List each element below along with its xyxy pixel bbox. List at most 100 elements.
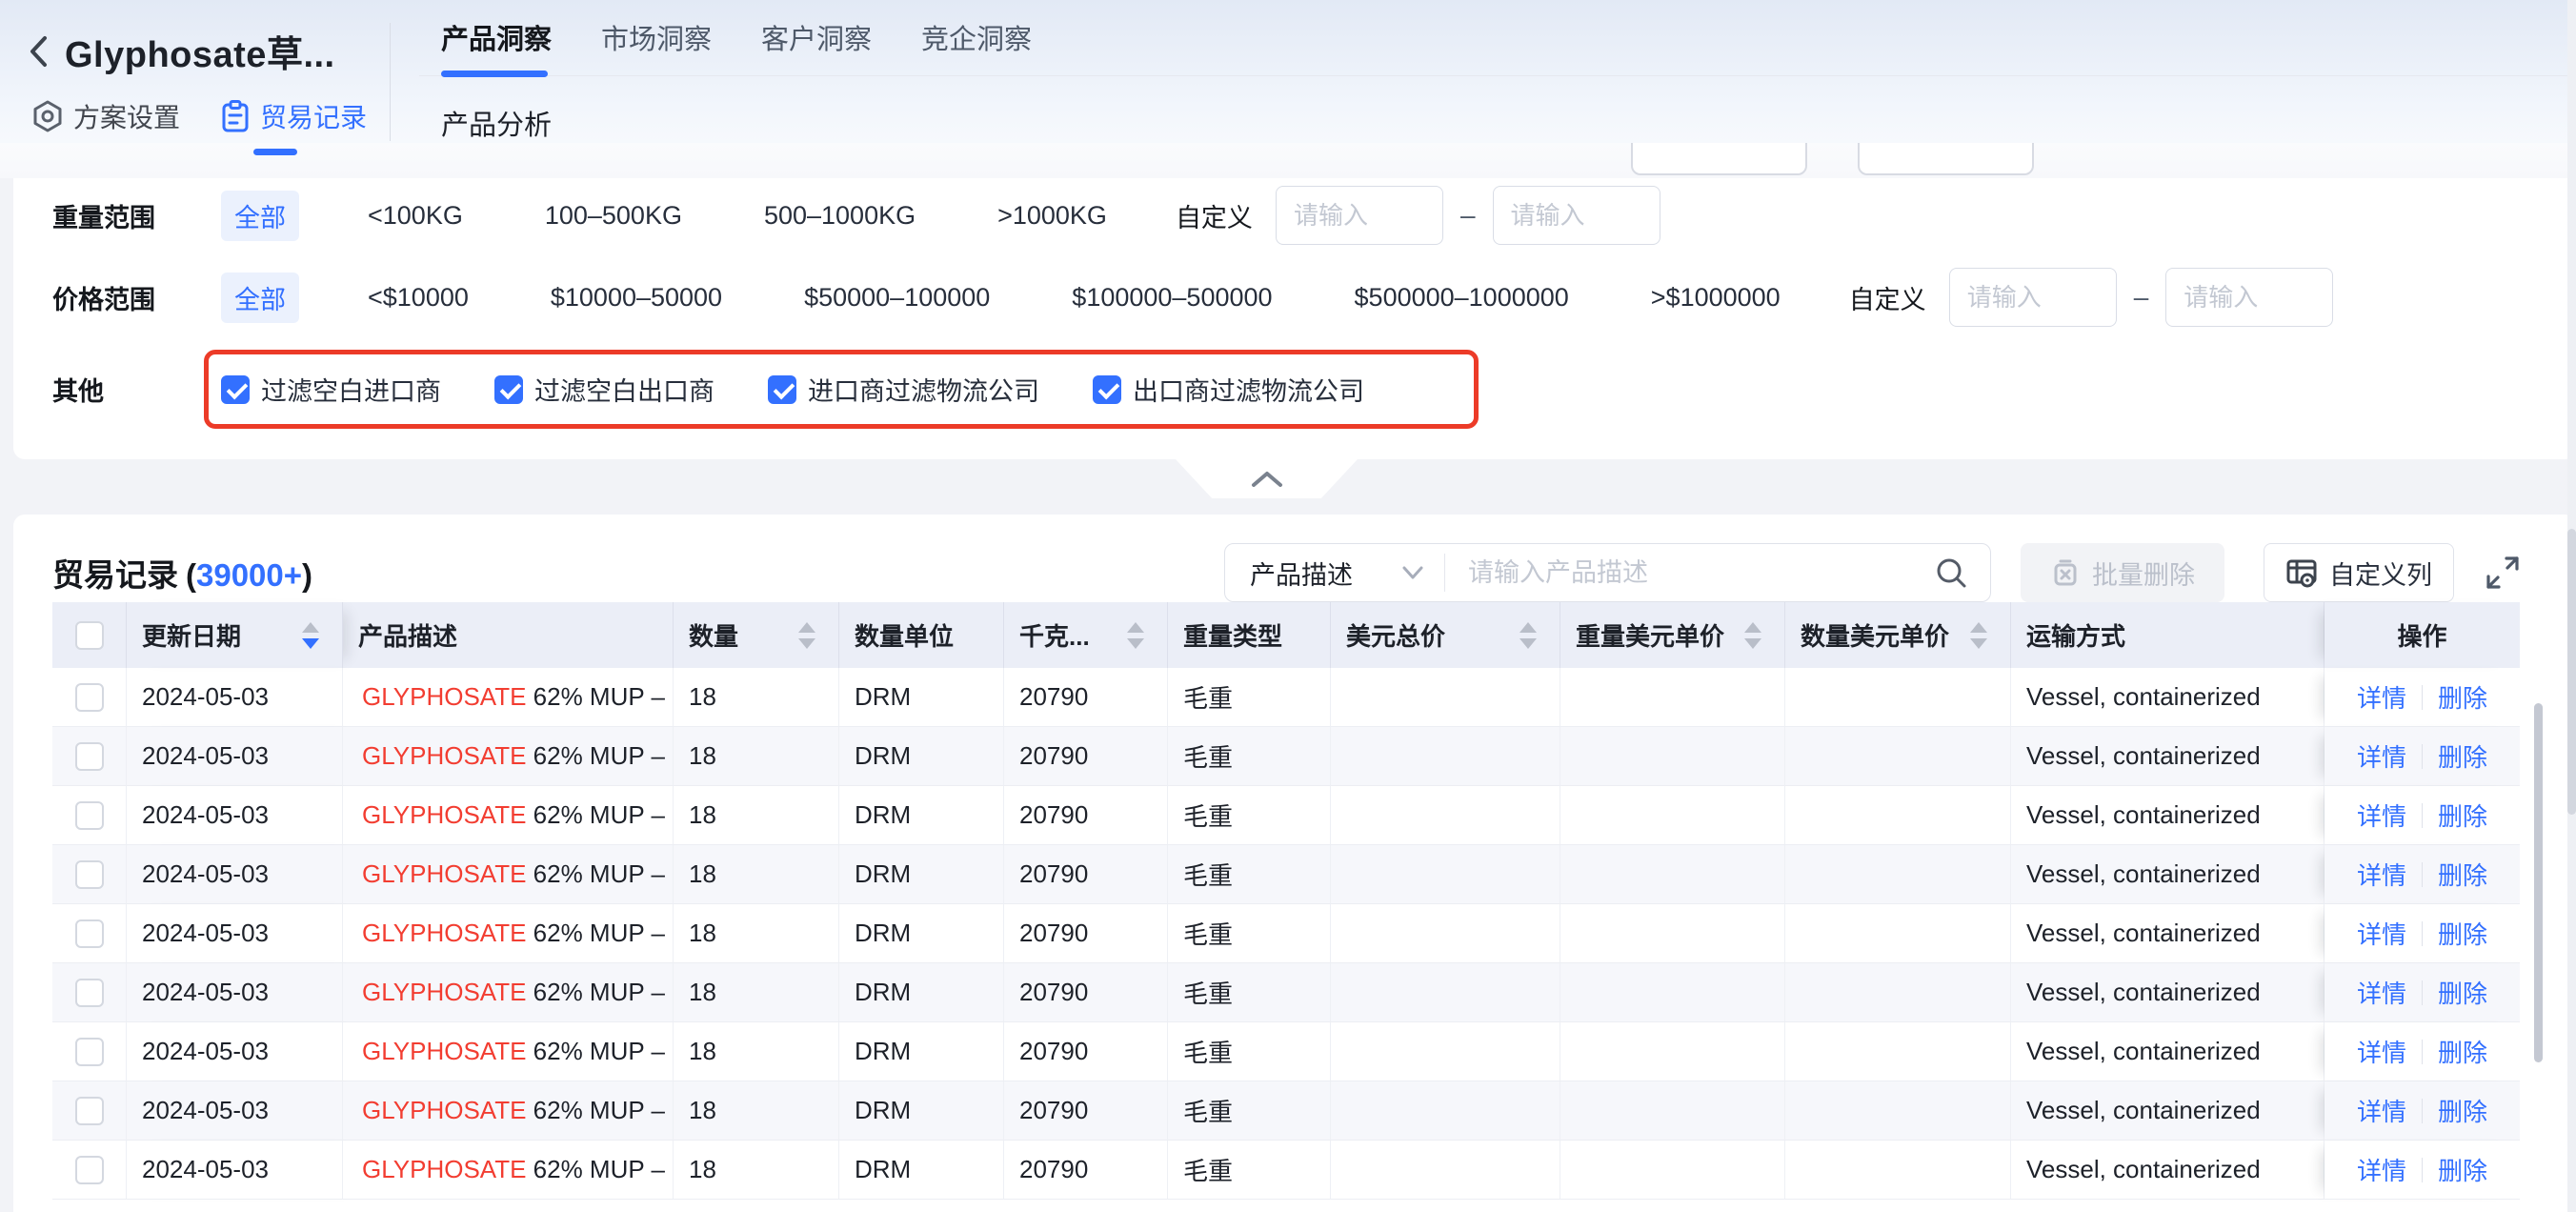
nav-tab[interactable]: 客户洞察 <box>761 17 872 57</box>
filter-checkbox-item[interactable]: 过滤空白出口商 <box>494 371 714 408</box>
detail-link[interactable]: 详情 <box>2357 738 2406 774</box>
filter-option-chip[interactable]: >1000KG <box>984 194 1120 237</box>
batch-delete-button[interactable]: 批量删除 <box>2021 543 2224 602</box>
sort-icons[interactable] <box>1744 622 1761 649</box>
cell-quantity-unit: DRM <box>839 1022 1004 1081</box>
row-checkbox[interactable] <box>75 683 104 712</box>
filter-option-chip[interactable]: 全部 <box>221 191 299 241</box>
collapse-filters-button[interactable] <box>1176 459 1358 498</box>
range-dash: – <box>2134 282 2149 313</box>
row-checkbox[interactable] <box>75 860 104 889</box>
cell-usd-per-quantity <box>1785 1141 2011 1200</box>
detail-link[interactable]: 详情 <box>2357 679 2406 715</box>
column-header-date[interactable]: 更新日期 <box>127 602 343 668</box>
delete-link[interactable]: 删除 <box>2438 738 2487 774</box>
detail-link[interactable]: 详情 <box>2357 798 2406 833</box>
filter-option-chip[interactable]: $100000–500000 <box>1058 276 1285 319</box>
filter-option-chip[interactable]: $500000–1000000 <box>1341 276 1582 319</box>
tab-product-analysis[interactable]: 产品分析 <box>441 103 552 143</box>
detail-link[interactable]: 详情 <box>2357 1152 2406 1187</box>
filter-checkbox-item[interactable]: 进口商过滤物流公司 <box>768 371 1039 408</box>
custom-columns-button[interactable]: 自定义列 <box>2264 543 2454 602</box>
detail-link[interactable]: 详情 <box>2357 1034 2406 1069</box>
row-checkbox[interactable] <box>75 1097 104 1125</box>
checkbox-label: 出口商过滤物流公司 <box>1133 371 1364 408</box>
checkbox-icon[interactable] <box>768 375 796 404</box>
nav-tab[interactable]: 产品洞察 <box>441 17 552 57</box>
filter-option-chip[interactable]: <$10000 <box>354 276 482 319</box>
filter-checkbox-item[interactable]: 过滤空白进口商 <box>221 371 441 408</box>
cutoff-control[interactable] <box>1631 143 1807 175</box>
delete-link[interactable]: 删除 <box>2438 798 2487 833</box>
delete-link[interactable]: 删除 <box>2438 975 2487 1010</box>
nav-tab[interactable]: 市场洞察 <box>601 17 712 57</box>
filter-option-chip[interactable]: 100–500KG <box>532 194 695 237</box>
sort-icons[interactable] <box>302 622 319 649</box>
sort-icons[interactable] <box>1519 622 1537 649</box>
filter-option-chip[interactable]: 全部 <box>221 273 299 323</box>
checkbox-icon[interactable] <box>494 375 523 404</box>
tab-plan-settings[interactable]: 方案设置 <box>31 97 180 135</box>
sort-icons[interactable] <box>1127 622 1144 649</box>
cell-transport-mode: Vessel, containerized <box>2011 1081 2324 1141</box>
column-header-usd[interactable]: 美元总价 <box>1331 602 1560 668</box>
row-checkbox[interactable] <box>75 1038 104 1066</box>
delete-link[interactable]: 删除 <box>2438 916 2487 951</box>
detail-link[interactable]: 详情 <box>2357 857 2406 892</box>
cell-update-date: 2024-05-03 <box>127 786 343 845</box>
checkbox-icon[interactable] <box>221 375 250 404</box>
search-field-select[interactable]: 产品描述 <box>1225 555 1444 592</box>
cell-quantity-unit: DRM <box>839 786 1004 845</box>
active-tab-indicator <box>253 149 297 155</box>
delete-link[interactable]: 删除 <box>2438 679 2487 715</box>
filter-option-chip[interactable]: $50000–100000 <box>791 276 1003 319</box>
filter-checkbox-item[interactable]: 出口商过滤物流公司 <box>1093 371 1364 408</box>
cell-quantity: 18 <box>674 668 839 727</box>
back-icon[interactable] <box>27 32 51 71</box>
nav-tab[interactable]: 竞企洞察 <box>921 17 1032 57</box>
row-checkbox[interactable] <box>75 1156 104 1184</box>
price-custom-option[interactable]: 自定义 <box>1849 279 1926 316</box>
search-input[interactable] <box>1445 545 1925 600</box>
nav-active-underline <box>441 71 548 77</box>
filter-option-chip[interactable]: 500–1000KG <box>751 194 929 237</box>
detail-link[interactable]: 详情 <box>2357 1093 2406 1128</box>
delete-link[interactable]: 删除 <box>2438 1152 2487 1187</box>
tab-trade-records[interactable]: 贸易记录 <box>220 97 367 135</box>
cell-usd-per-weight <box>1560 727 1785 786</box>
filter-option-chip[interactable]: $10000–50000 <box>537 276 735 319</box>
column-label: 重量类型 <box>1183 617 1282 653</box>
column-header-qty[interactable]: 数量 <box>674 602 839 668</box>
cell-quantity: 18 <box>674 1141 839 1200</box>
checkbox-icon[interactable] <box>1093 375 1121 404</box>
filter-option-chip[interactable]: >$1000000 <box>1638 276 1794 319</box>
detail-link[interactable]: 详情 <box>2357 975 2406 1010</box>
delete-link[interactable]: 删除 <box>2438 1093 2487 1128</box>
sort-icons[interactable] <box>1970 622 1987 649</box>
search-icon[interactable] <box>1933 555 1969 591</box>
column-header-kg[interactable]: 千克... <box>1004 602 1168 668</box>
filter-option-chip[interactable]: <100KG <box>354 194 476 237</box>
delete-link[interactable]: 删除 <box>2438 1034 2487 1069</box>
row-checkbox[interactable] <box>75 919 104 948</box>
price-from-input[interactable] <box>1949 268 2117 327</box>
weight-custom-option[interactable]: 自定义 <box>1176 197 1253 234</box>
row-checkbox[interactable] <box>75 801 104 830</box>
delete-link[interactable]: 删除 <box>2438 857 2487 892</box>
fullscreen-icon[interactable] <box>2485 555 2521 591</box>
page-scrollbar[interactable] <box>2567 0 2576 1212</box>
select-all-checkbox[interactable] <box>75 621 104 650</box>
detail-link[interactable]: 详情 <box>2357 916 2406 951</box>
weight-to-input[interactable] <box>1493 186 1660 245</box>
cutoff-control[interactable] <box>1858 143 2034 175</box>
row-checkbox[interactable] <box>75 979 104 1007</box>
table-scrollbar[interactable] <box>2534 703 2543 1212</box>
filter-panel: 重量范围 全部<100KG100–500KG500–1000KG>1000KG … <box>13 178 2576 459</box>
column-header-usd_per_qty[interactable]: 数量美元单价 <box>1785 602 2011 668</box>
column-header-usd_per_wt[interactable]: 重量美元单价 <box>1560 602 1785 668</box>
sort-icons[interactable] <box>798 622 815 649</box>
weight-from-input[interactable] <box>1276 186 1443 245</box>
search-combo: 产品描述 <box>1224 543 1991 602</box>
row-checkbox[interactable] <box>75 742 104 771</box>
price-to-input[interactable] <box>2165 268 2333 327</box>
